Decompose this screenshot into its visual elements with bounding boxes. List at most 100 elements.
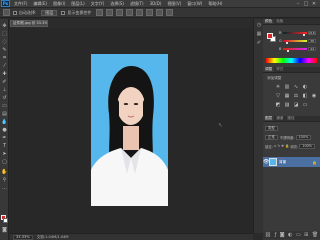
- tab-swatches[interactable]: 色板: [274, 19, 285, 24]
- minimize-button[interactable]: –: [294, 1, 302, 7]
- align-bottom-icon[interactable]: [116, 9, 124, 16]
- menu-select[interactable]: 选择(S): [110, 1, 124, 7]
- blur-tool-icon[interactable]: 💧: [1, 119, 8, 125]
- align-center-icon[interactable]: [136, 9, 144, 16]
- more-tools-icon[interactable]: …: [1, 185, 8, 191]
- tab-layers[interactable]: 图层: [263, 116, 275, 121]
- new-layer-icon[interactable]: ⊞: [304, 232, 308, 238]
- history-icon[interactable]: ◷: [255, 22, 263, 29]
- layer-name[interactable]: 背景: [279, 160, 286, 165]
- move-tool-icon[interactable]: ✥: [1, 23, 8, 29]
- brightness-contrast-icon[interactable]: ☀: [275, 85, 281, 90]
- auto-select-checkbox[interactable]: [13, 10, 17, 15]
- menu-window[interactable]: 窗口(W): [187, 1, 202, 7]
- menu-help[interactable]: 帮助(H): [208, 1, 222, 7]
- menu-view[interactable]: 视图(V): [167, 1, 181, 7]
- brush-panel-icon[interactable]: ✐: [255, 40, 263, 47]
- quick-select-tool-icon[interactable]: ✎: [1, 47, 8, 53]
- invert-icon[interactable]: ◩: [275, 103, 281, 108]
- zoom-level-field[interactable]: 33.33%: [13, 234, 33, 240]
- layer-kind-filter[interactable]: 类型: [265, 125, 278, 131]
- clone-stamp-tool-icon[interactable]: ⊥: [1, 87, 8, 93]
- hand-tool-icon[interactable]: ✋: [1, 169, 8, 175]
- curves-icon[interactable]: ∿: [293, 85, 299, 90]
- tab-styles[interactable]: 样式: [274, 67, 285, 72]
- gradient-map-icon[interactable]: ▭: [302, 103, 308, 108]
- background-color-swatch[interactable]: [3, 218, 8, 223]
- threshold-icon[interactable]: ◪: [293, 103, 299, 108]
- close-button[interactable]: ✕: [310, 1, 318, 7]
- blue-track[interactable]: [283, 48, 307, 52]
- show-transform-checkbox[interactable]: [61, 10, 66, 15]
- menu-layer[interactable]: 图层(L): [71, 1, 84, 7]
- marquee-tool-icon[interactable]: ⬚: [1, 31, 8, 37]
- blue-value[interactable]: 44: [308, 47, 316, 51]
- trash-icon[interactable]: 🗑: [312, 232, 318, 238]
- crop-tool-icon[interactable]: ⌗: [1, 55, 8, 61]
- align-right-icon[interactable]: [146, 9, 154, 16]
- align-left-icon[interactable]: [126, 9, 134, 16]
- path-select-tool-icon[interactable]: ➤: [1, 151, 8, 157]
- move-tool-icon[interactable]: [3, 9, 10, 16]
- quick-mask-icon[interactable]: ◙: [1, 227, 8, 233]
- fill-field[interactable]: 100%: [299, 143, 316, 149]
- lasso-tool-icon[interactable]: ◌: [1, 39, 8, 45]
- align-middle-icon[interactable]: [106, 9, 114, 16]
- color-panel-foreground-swatch[interactable]: [267, 33, 273, 39]
- id-photo[interactable]: [91, 54, 168, 206]
- eyedropper-tool-icon[interactable]: ⁄: [1, 63, 8, 69]
- tab-paths[interactable]: 路径: [285, 116, 296, 121]
- vibrance-icon[interactable]: ▽: [275, 94, 281, 99]
- photo-filter-icon[interactable]: ◉: [311, 94, 317, 99]
- menu-image[interactable]: 图像(I): [53, 1, 65, 7]
- green-track[interactable]: [283, 40, 307, 44]
- color-spectrum-bar[interactable]: [266, 58, 317, 63]
- type-tool-icon[interactable]: T: [1, 143, 8, 149]
- healing-brush-tool-icon[interactable]: ✚: [1, 71, 8, 77]
- brush-tool-icon[interactable]: ✐: [1, 79, 8, 85]
- link-icon[interactable]: ⛓: [265, 232, 271, 238]
- properties-icon[interactable]: ▦: [255, 31, 263, 38]
- gradient-tool-icon[interactable]: ▤: [1, 111, 8, 117]
- menu-type[interactable]: 文字(Y): [91, 1, 105, 7]
- layer-row-background[interactable]: 👁 背景 🔒: [263, 157, 320, 167]
- tab-channels[interactable]: 通道: [274, 116, 285, 121]
- maximize-button[interactable]: □: [302, 1, 310, 7]
- dodge-tool-icon[interactable]: ●: [1, 127, 8, 133]
- mask-icon[interactable]: ◙: [280, 232, 285, 238]
- green-knob[interactable]: [286, 42, 288, 44]
- adjustment-layer-icon[interactable]: ◐: [288, 232, 292, 238]
- pen-tool-icon[interactable]: ✒: [1, 135, 8, 141]
- blue-knob[interactable]: [287, 50, 289, 52]
- lock-icons[interactable]: ▫ ✎ ✥ 🔒: [274, 144, 289, 148]
- red-track[interactable]: [283, 32, 307, 36]
- red-slider[interactable]: R 216: [279, 30, 317, 36]
- blend-mode-select[interactable]: 正常: [265, 134, 278, 140]
- menu-filter[interactable]: 滤镜(T): [130, 1, 144, 7]
- levels-icon[interactable]: ▥: [284, 85, 290, 90]
- posterize-icon[interactable]: ▨: [284, 103, 290, 108]
- green-value[interactable]: 38: [308, 39, 316, 43]
- tab-color[interactable]: 颜色: [263, 19, 275, 24]
- opacity-field[interactable]: 100%: [295, 134, 312, 140]
- align-top-icon[interactable]: [96, 9, 104, 16]
- history-brush-tool-icon[interactable]: ↺: [1, 95, 8, 101]
- zoom-tool-icon[interactable]: ⚲: [1, 177, 8, 183]
- distribute-icon[interactable]: [156, 9, 164, 16]
- eraser-tool-icon[interactable]: ▭: [1, 103, 8, 109]
- tab-adjustments[interactable]: 调整: [263, 67, 275, 72]
- group-icon[interactable]: ▭: [296, 232, 301, 238]
- green-slider[interactable]: G 38: [279, 38, 317, 44]
- document-tab[interactable]: 证件照.jpg @ 33.3%(RGB/8): [10, 20, 48, 27]
- color-balance-icon[interactable]: ⚖: [293, 94, 299, 99]
- red-knob[interactable]: [303, 34, 305, 36]
- menu-edit[interactable]: 编辑(E): [33, 1, 47, 7]
- menu-3d[interactable]: 3D(D): [150, 1, 162, 7]
- exposure-icon[interactable]: ◐: [302, 85, 308, 90]
- red-value[interactable]: 216: [308, 31, 316, 35]
- black-white-icon[interactable]: ◧: [302, 94, 308, 99]
- fx-icon[interactable]: ƒ: [275, 232, 277, 238]
- auto-select-dropdown[interactable]: 图层: [41, 9, 58, 16]
- shape-tool-icon[interactable]: ▢: [1, 159, 8, 165]
- hue-saturation-icon[interactable]: ▦: [284, 94, 290, 99]
